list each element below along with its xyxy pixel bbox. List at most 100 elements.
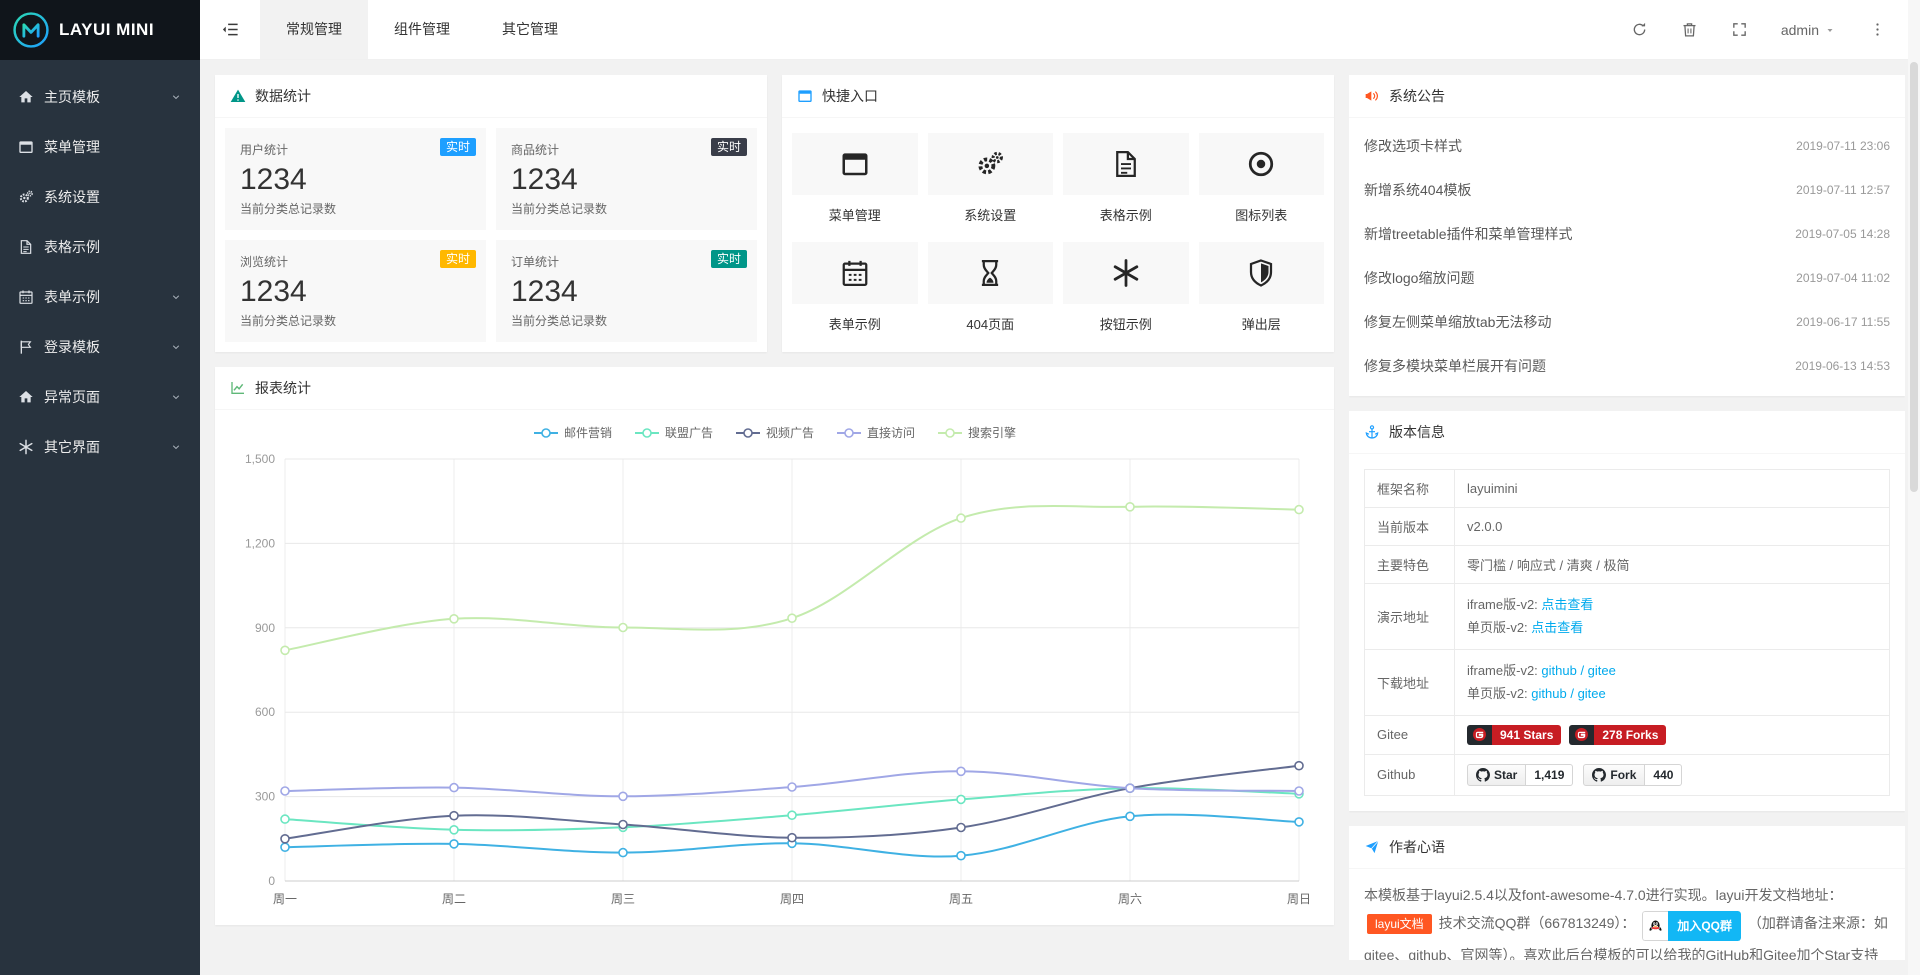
svg-text:周二: 周二 [442,892,466,906]
file-icon [18,239,34,255]
tab-bar: 常规管理组件管理其它管理 [260,0,584,59]
stat-title: 浏览统计 [240,253,471,270]
quick-entry[interactable]: 表格示例 [1063,133,1189,224]
version-row-value: 零门槛 / 响应式 / 清爽 / 极简 [1455,546,1890,584]
github-badge[interactable]: Star1,419 [1467,764,1573,786]
announcement-text: 修改选项卡样式 [1364,136,1462,156]
version-row: 当前版本v2.0.0 [1365,508,1890,546]
tab-1[interactable]: 组件管理 [368,0,476,59]
version-row-label: 当前版本 [1365,508,1455,546]
author-text-segment: 技术交流QQ群（667813249）： [1435,915,1640,931]
sidebar: LAYUI MINI 主页模板菜单管理系统设置表格示例表单示例登录模板异常页面其… [0,0,200,975]
legend-marker [836,427,862,439]
quick-entry[interactable]: 表单示例 [792,242,918,333]
content-area: 数据统计 用户统计1234当前分类总记录数实时商品统计1234当前分类总记录数实… [200,60,1920,975]
legend-item[interactable]: 邮件营销 [533,424,612,441]
panel-announcements: 系统公告 修改选项卡样式2019-07-11 23:06新增系统404模板201… [1349,75,1905,396]
announcement-date: 2019-06-13 14:53 [1795,359,1890,373]
stat-badge: 实时 [711,250,747,268]
announcement-item[interactable]: 修复多模块菜单栏展开有问题 2019-06-13 14:53 [1364,344,1890,388]
version-row-label: 主要特色 [1365,546,1455,584]
link[interactable]: github [1531,686,1566,701]
menu-fold-icon[interactable] [200,0,260,60]
sidebar-item-2[interactable]: 系统设置 [0,172,200,222]
svg-text:0: 0 [268,874,275,888]
svg-text:300: 300 [255,790,275,804]
version-table: 框架名称layuimini当前版本v2.0.0主要特色零门槛 / 响应式 / 清… [1364,469,1890,796]
scrollbar[interactable] [1908,0,1920,975]
sidebar-item-1[interactable]: 菜单管理 [0,122,200,172]
panel-quick-entry: 快捷入口 菜单管理系统设置表格示例图标列表表单示例404页面按钮示例弹出层 [782,75,1334,352]
right-column: 系统公告 修改选项卡样式2019-07-11 23:06新增系统404模板201… [1349,75,1905,960]
legend-item[interactable]: 联盟广告 [634,424,713,441]
sidebar-item-0[interactable]: 主页模板 [0,72,200,122]
quick-grid: 菜单管理系统设置表格示例图标列表表单示例404页面按钮示例弹出层 [782,118,1334,348]
sidebar-item-4[interactable]: 表单示例 [0,272,200,322]
more-icon[interactable] [1852,0,1902,60]
stat-grid: 用户统计1234当前分类总记录数实时商品统计1234当前分类总记录数实时浏览统计… [215,118,767,352]
announcement-item[interactable]: 修改logo缩放问题2019-07-04 11:02 [1364,256,1890,300]
panel-header: 版本信息 [1349,411,1905,454]
quick-entry[interactable]: 弹出层 [1199,242,1325,333]
sidebar-item-label: 主页模板 [44,87,170,107]
legend-item[interactable]: 直接访问 [836,424,915,441]
announcement-item[interactable]: 新增treetable插件和菜单管理样式2019-07-05 14:28 [1364,212,1890,256]
quick-entry[interactable]: 系统设置 [928,133,1054,224]
qq-icon [1648,919,1663,934]
link[interactable]: github [1541,663,1576,678]
stat-title: 订单统计 [511,253,742,270]
tab-2[interactable]: 其它管理 [476,0,584,59]
link[interactable]: 点击查看 [1541,597,1593,612]
stat-desc: 当前分类总记录数 [511,200,742,217]
svg-text:周三: 周三 [611,892,635,906]
announcement-item[interactable]: 修改选项卡样式2019-07-11 23:06 [1364,124,1890,168]
legend-marker [937,427,963,439]
gitee-icon [1473,728,1486,741]
top-row: 数据统计 用户统计1234当前分类总记录数实时商品统计1234当前分类总记录数实… [215,75,1334,352]
gitee-badge[interactable]: 941 Stars [1467,725,1561,745]
panel-header: 系统公告 [1349,75,1905,118]
link[interactable]: 点击查看 [1531,620,1583,635]
version-row: Gitee941 Stars278 Forks [1365,715,1890,754]
legend-item[interactable]: 视频广告 [735,424,814,441]
sidebar-item-5[interactable]: 登录模板 [0,322,200,372]
author-text: 本模板基于layui2.5.4以及font-awesome-4.7.0进行实现。… [1349,869,1905,960]
announcement-item[interactable]: 修复左侧菜单缩放tab无法移动2019-06-17 11:55 [1364,300,1890,344]
tab-0[interactable]: 常规管理 [260,0,368,59]
user-menu[interactable]: admin [1765,0,1852,59]
layui-docs-badge[interactable]: layui文档 [1367,914,1432,934]
version-row-label: 演示地址 [1365,584,1455,650]
logo[interactable]: LAYUI MINI [0,0,200,60]
fullscreen-icon[interactable] [1715,0,1765,60]
legend-label: 视频广告 [766,424,814,441]
quick-entry[interactable]: 菜单管理 [792,133,918,224]
announcement-text: 修复多模块菜单栏展开有问题 [1364,356,1546,376]
sidebar-item-3[interactable]: 表格示例 [0,222,200,272]
announcement-item[interactable]: 新增系统404模板2019-07-11 12:57 [1364,168,1890,212]
warning-icon [230,88,246,104]
version-row-value: layuimini [1455,470,1890,508]
chevron-down-icon [170,291,182,303]
quick-entry[interactable]: 图标列表 [1199,133,1325,224]
sidebar-item-7[interactable]: 其它界面 [0,422,200,472]
legend-item[interactable]: 搜索引擎 [937,424,1016,441]
quick-entry-label: 图标列表 [1199,205,1325,224]
link[interactable]: gitee [1588,663,1616,678]
refresh-icon[interactable] [1615,0,1665,60]
join-qq-group-badge[interactable]: 加入QQ群 [1642,911,1741,941]
panel-title: 数据统计 [255,86,311,106]
link[interactable]: gitee [1578,686,1606,701]
gitee-badge[interactable]: 278 Forks [1569,725,1666,745]
trash-icon[interactable] [1665,0,1715,60]
stat-desc: 当前分类总记录数 [240,312,471,329]
line-chart[interactable]: 03006009001,2001,500周一周二周三周四周五周六周日 [230,445,1319,915]
quick-entry[interactable]: 按钮示例 [1063,242,1189,333]
github-icon [1476,768,1490,782]
main-area: 常规管理组件管理其它管理 admin 数据统计 [200,0,1920,975]
quick-entry[interactable]: 404页面 [928,242,1054,333]
sidebar-item-6[interactable]: 异常页面 [0,372,200,422]
scrollbar-thumb[interactable] [1910,62,1918,492]
github-badge[interactable]: Fork440 [1583,764,1682,786]
svg-text:900: 900 [255,621,275,635]
svg-text:周四: 周四 [780,892,804,906]
